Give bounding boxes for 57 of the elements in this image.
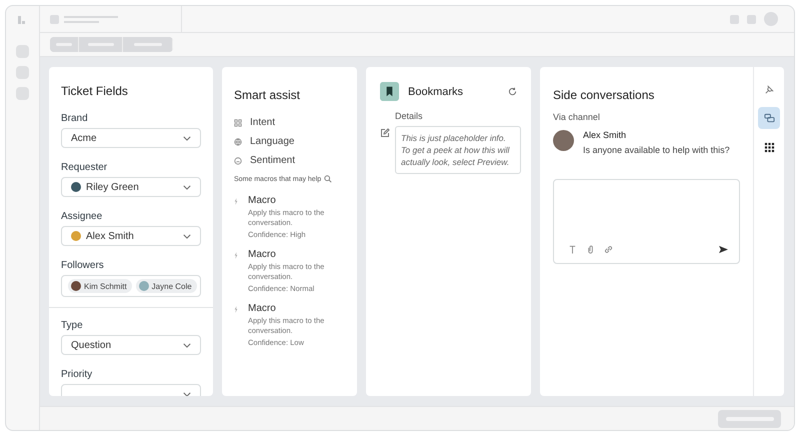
panel-title: Side conversations xyxy=(553,88,656,102)
field-label: Followers xyxy=(61,260,105,271)
send-icon[interactable] xyxy=(718,245,729,254)
macro-title[interactable]: Macro xyxy=(248,195,345,206)
avatar-icon xyxy=(71,231,81,241)
chat-icon xyxy=(764,112,774,124)
face-icon xyxy=(234,156,242,164)
assist-item-label: Sentiment xyxy=(250,155,296,166)
chevron-icon xyxy=(183,392,191,396)
panel-title: Bookmarks xyxy=(408,86,464,98)
refresh-icon[interactable] xyxy=(508,87,517,96)
globe-icon xyxy=(234,138,242,146)
assist-item-label: Language xyxy=(250,136,294,147)
skeleton-text xyxy=(64,16,118,22)
apps-icon xyxy=(764,142,774,152)
attachment-icon[interactable] xyxy=(586,245,595,254)
details-label: Details xyxy=(395,111,424,121)
panel-title: Smart assist xyxy=(234,88,302,102)
avatar-icon xyxy=(71,182,81,192)
skeleton-avatar xyxy=(764,12,778,26)
field-label: Assignee xyxy=(61,211,104,222)
select-field[interactable]: Alex Smith xyxy=(61,226,201,246)
lightning-icon xyxy=(234,252,238,259)
message-text: Is anyone available to help with this? xyxy=(583,145,730,155)
details-note: This is just placeholder info. To get a peek at how this will actually look, select Preview. xyxy=(395,126,521,174)
link-icon[interactable] xyxy=(604,245,613,254)
followers-field[interactable]: Kim Schmitt Jayne Cole xyxy=(61,275,201,297)
chevron-icon xyxy=(183,184,191,190)
skeleton-icon xyxy=(50,14,59,24)
avatar-icon xyxy=(553,130,574,151)
follower-chip[interactable]: Kim Schmitt xyxy=(68,279,132,293)
macro-title[interactable]: Macro xyxy=(248,249,345,260)
field-label: Brand xyxy=(61,113,89,124)
search-icon[interactable] xyxy=(324,175,332,183)
chevron-icon xyxy=(183,342,191,348)
bookmark-icon xyxy=(380,82,399,101)
chat-button[interactable] xyxy=(758,107,780,129)
panel-title: Ticket Fields xyxy=(61,84,129,98)
follower-chip[interactable]: Jayne Cole xyxy=(136,279,197,293)
lightning-icon xyxy=(234,306,238,313)
chevron-icon xyxy=(183,136,191,140)
field-label: Priority xyxy=(61,369,94,380)
lightning-icon xyxy=(234,198,238,205)
text-format-icon[interactable] xyxy=(568,245,577,254)
pin-icon xyxy=(764,84,774,94)
select-field[interactable]: Acme xyxy=(61,128,201,148)
select-field[interactable]: Riley Green xyxy=(61,177,201,197)
message-author: Alex Smith xyxy=(583,130,628,140)
grid-icon xyxy=(234,118,242,126)
field-label: Requester xyxy=(61,162,108,173)
select-field[interactable]: Question xyxy=(61,335,201,355)
assist-item-label: Intent xyxy=(250,117,276,128)
macro-title[interactable]: Macro xyxy=(248,303,345,314)
channel-label: Via channel xyxy=(553,112,601,122)
field-label: Type xyxy=(61,320,84,331)
edit-icon[interactable] xyxy=(380,128,390,138)
chevron-icon xyxy=(183,234,191,238)
